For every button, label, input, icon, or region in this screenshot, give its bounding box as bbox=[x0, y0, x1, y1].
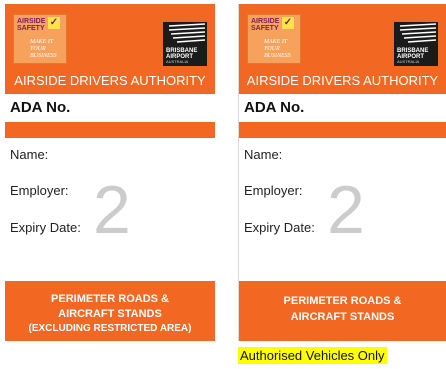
checkmark-icon: ✓ bbox=[48, 17, 60, 29]
zone-line: PERIMETER ROADS & bbox=[51, 293, 169, 305]
expiry-date-label: Expiry Date: bbox=[244, 220, 315, 235]
logo-slogan: YOUR bbox=[264, 46, 280, 52]
zone-footer: PERIMETER ROADS & AIRCRAFT STANDS (EXCLU… bbox=[5, 281, 215, 341]
employer-label: Employer: bbox=[244, 183, 303, 198]
card-header: AIRSIDE SAFETY ✓ MAKE IT YOUR BUSINESS B… bbox=[5, 4, 215, 94]
card-header: AIRSIDE SAFETY ✓ MAKE IT YOUR BUSINESS B… bbox=[239, 4, 446, 94]
card-number: 2 bbox=[93, 172, 131, 248]
airport-stripes-icon bbox=[399, 23, 437, 43]
ada-number-label: ADA No. bbox=[244, 99, 305, 116]
brisbane-airport-logo: BRISBANE AIRPORT AUSTRALIA bbox=[163, 22, 207, 66]
authorised-vehicles-caption: Authorised Vehicles Only bbox=[238, 347, 387, 364]
permit-card-left: AIRSIDE SAFETY ✓ MAKE IT YOUR BUSINESS B… bbox=[5, 4, 215, 341]
logo-text: AIRSIDE bbox=[251, 18, 280, 25]
airport-text: AUSTRALIA bbox=[166, 59, 189, 64]
brisbane-airport-logo: BRISBANE AIRPORT AUSTRALIA bbox=[394, 22, 438, 66]
airside-safety-logo: AIRSIDE SAFETY ✓ MAKE IT YOUR BUSINESS bbox=[247, 14, 301, 64]
zone-line: PERIMETER ROADS & bbox=[283, 295, 402, 307]
airport-text: AUSTRALIA bbox=[397, 59, 420, 64]
card-title: AIRSIDE DRIVERS AUTHORITY bbox=[14, 73, 206, 88]
logo-slogan: BUSINESS bbox=[264, 53, 291, 59]
ada-number-label: ADA No. bbox=[10, 99, 71, 116]
orange-divider bbox=[5, 122, 215, 138]
employer-label: Employer: bbox=[10, 183, 69, 198]
logo-text: AIRSIDE bbox=[17, 18, 46, 25]
zone-footer: PERIMETER ROADS & AIRCRAFT STANDS bbox=[239, 281, 446, 341]
airport-stripes-icon bbox=[168, 23, 206, 43]
zone-restriction: (EXCLUDING RESTRICTED AREA) bbox=[28, 323, 192, 334]
logo-slogan: BUSINESS bbox=[30, 53, 57, 59]
permit-card-right: AIRSIDE SAFETY ✓ MAKE IT YOUR BUSINESS B… bbox=[238, 4, 446, 341]
logo-text: SAFETY bbox=[251, 25, 279, 32]
logo-slogan: YOUR bbox=[30, 46, 46, 52]
orange-divider bbox=[239, 122, 446, 138]
name-label: Name: bbox=[10, 147, 49, 162]
card-title: AIRSIDE DRIVERS AUTHORITY bbox=[246, 73, 439, 88]
card-number: 2 bbox=[327, 172, 365, 248]
zone-line: AIRCRAFT STANDS bbox=[290, 311, 395, 323]
name-label: Name: bbox=[244, 147, 283, 162]
logo-slogan: MAKE IT bbox=[264, 39, 288, 45]
airside-safety-logo: AIRSIDE SAFETY ✓ MAKE IT YOUR BUSINESS bbox=[13, 14, 67, 64]
checkmark-icon: ✓ bbox=[282, 17, 294, 29]
logo-slogan: MAKE IT bbox=[30, 39, 54, 45]
zone-line: AIRCRAFT STANDS bbox=[58, 308, 162, 320]
expiry-date-label: Expiry Date: bbox=[10, 220, 81, 235]
logo-text: SAFETY bbox=[17, 25, 45, 32]
